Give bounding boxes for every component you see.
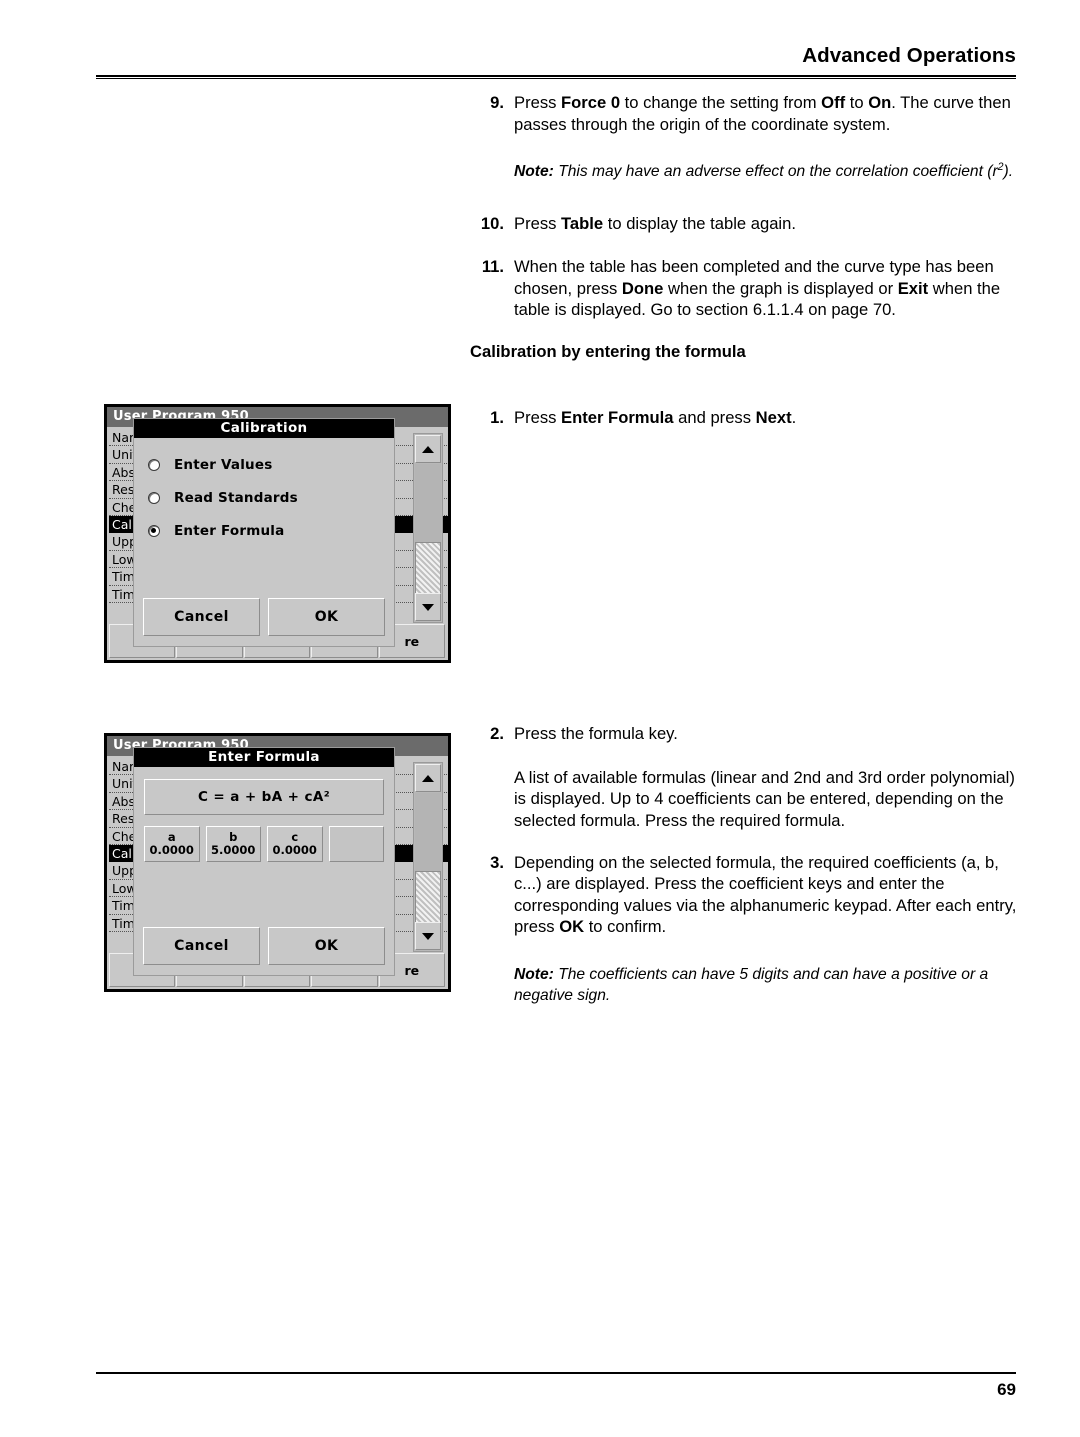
dialog-footer: Cancel OK — [134, 923, 394, 975]
coefficient-key-a[interactable]: a 0.0000 — [144, 826, 200, 862]
dialog-body: Enter Values Read Standards Enter Formul… — [134, 438, 394, 594]
scroll-up-button[interactable] — [415, 764, 441, 792]
radio-option-read-standards[interactable]: Read Standards — [148, 487, 394, 509]
coefficient-value: 0.0000 — [272, 843, 317, 857]
item-number: 1. — [490, 407, 504, 427]
enter-formula-dialog: Enter Formula C = a + bA + cA² a 0.0000 … — [133, 747, 395, 976]
radio-label: Enter Formula — [174, 523, 285, 539]
body-text-column: 9. Press Force 0 to change the setting f… — [470, 92, 1022, 1007]
calibration-dialog: Calibration Enter Values Read Standards … — [133, 418, 395, 647]
header-divider — [96, 75, 1016, 79]
item-number: 11. — [481, 257, 504, 277]
triangle-up-icon — [422, 445, 434, 453]
footer-divider — [96, 1372, 1016, 1375]
cancel-button[interactable]: Cancel — [143, 597, 260, 636]
scrollbar-thumb[interactable] — [415, 871, 441, 923]
scroll-down-button[interactable] — [415, 593, 441, 621]
scrollbar-thumb[interactable] — [415, 542, 441, 594]
radio-label: Read Standards — [174, 490, 298, 506]
radio-selected-icon — [148, 525, 160, 537]
scrollbar-track[interactable] — [415, 464, 441, 594]
formula-key-button[interactable]: C = a + bA + cA² — [144, 779, 384, 815]
item-10-text: Press Table to display the table again. — [514, 213, 796, 233]
numbered-item-11: 11. When the table has been completed an… — [470, 256, 1022, 321]
dialog-footer: Cancel OK — [134, 594, 394, 646]
item-1-text: Press Enter Formula and press Next. — [514, 407, 797, 427]
triangle-up-icon — [422, 774, 434, 782]
document-page: Advanced Operations 9. Press Force 0 to … — [0, 0, 1080, 1437]
figure-calibration-dialog-screenshot: User Program 950 Name Units: Abs: Resol … — [104, 404, 451, 663]
numbered-item-3: 3. Depending on the selected formula, th… — [470, 852, 1022, 938]
coefficient-key-row: a 0.0000 b 5.0000 c 0.0000 — [144, 826, 384, 862]
triangle-down-icon — [422, 603, 434, 611]
figure-enter-formula-dialog-screenshot: User Program 950 Name Units: Abs: Resol … — [104, 733, 451, 992]
page-header-title: Advanced Operations — [802, 44, 1016, 67]
coefficient-value: 0.0000 — [149, 843, 194, 857]
numbered-item-9: 9. Press Force 0 to change the setting f… — [470, 92, 1022, 135]
radio-option-enter-values[interactable]: Enter Values — [148, 454, 394, 476]
section-subheading: Calibration by entering the formula — [470, 341, 746, 361]
triangle-down-icon — [422, 932, 434, 940]
radio-label: Enter Values — [174, 457, 273, 473]
scrollbar-track[interactable] — [415, 793, 441, 923]
item-number: 9. — [490, 93, 504, 112]
dialog-title: Calibration — [134, 419, 394, 438]
ok-button[interactable]: OK — [268, 597, 385, 636]
page-number: 69 — [997, 1380, 1016, 1399]
ok-button[interactable]: OK — [268, 926, 385, 965]
radio-unselected-icon — [148, 459, 160, 471]
numbered-item-10: 10. Press Table to display the table aga… — [470, 213, 1022, 235]
coefficient-key-b[interactable]: b 5.0000 — [205, 826, 261, 862]
spacer-figure-gap — [470, 428, 1022, 723]
radio-option-enter-formula[interactable]: Enter Formula — [148, 520, 394, 542]
paragraph-available-formulas: A list of available formulas (linear and… — [514, 767, 1015, 830]
item-2-text: Press the formula key. — [514, 724, 678, 744]
device-scrollbar[interactable] — [413, 433, 443, 623]
item-number: 3. — [490, 852, 504, 872]
coefficient-key-empty — [328, 826, 384, 862]
item-number: 10. — [480, 213, 504, 233]
cancel-button[interactable]: Cancel — [143, 926, 260, 965]
scroll-up-button[interactable] — [415, 435, 441, 463]
calibration-mode-radio-group: Enter Values Read Standards Enter Formul… — [134, 438, 394, 542]
dialog-title: Enter Formula — [134, 748, 394, 767]
device-scrollbar[interactable] — [413, 762, 443, 952]
coefficient-value: 5.0000 — [211, 843, 256, 857]
dialog-body: C = a + bA + cA² a 0.0000 b 5.0000 c 0.0… — [134, 767, 394, 923]
item-3-text: Depending on the selected formula, the r… — [514, 852, 1017, 937]
numbered-item-2: 2. Press the formula key. — [470, 723, 1022, 745]
note-coefficient-digits: Note: The coefficients can have 5 digits… — [514, 965, 989, 1005]
radio-unselected-icon — [148, 492, 160, 504]
note-correlation-coefficient: Note: This may have an adverse effect on… — [514, 161, 1014, 181]
numbered-item-1: 1. Press Enter Formula and press Next. — [470, 407, 1022, 429]
scroll-down-button[interactable] — [415, 922, 441, 950]
item-number: 2. — [490, 724, 504, 744]
item-9-text: Press Force 0 to change the setting from… — [514, 93, 1011, 134]
item-11-text: When the table has been completed and th… — [514, 257, 1001, 320]
coefficient-key-c[interactable]: c 0.0000 — [267, 826, 323, 862]
